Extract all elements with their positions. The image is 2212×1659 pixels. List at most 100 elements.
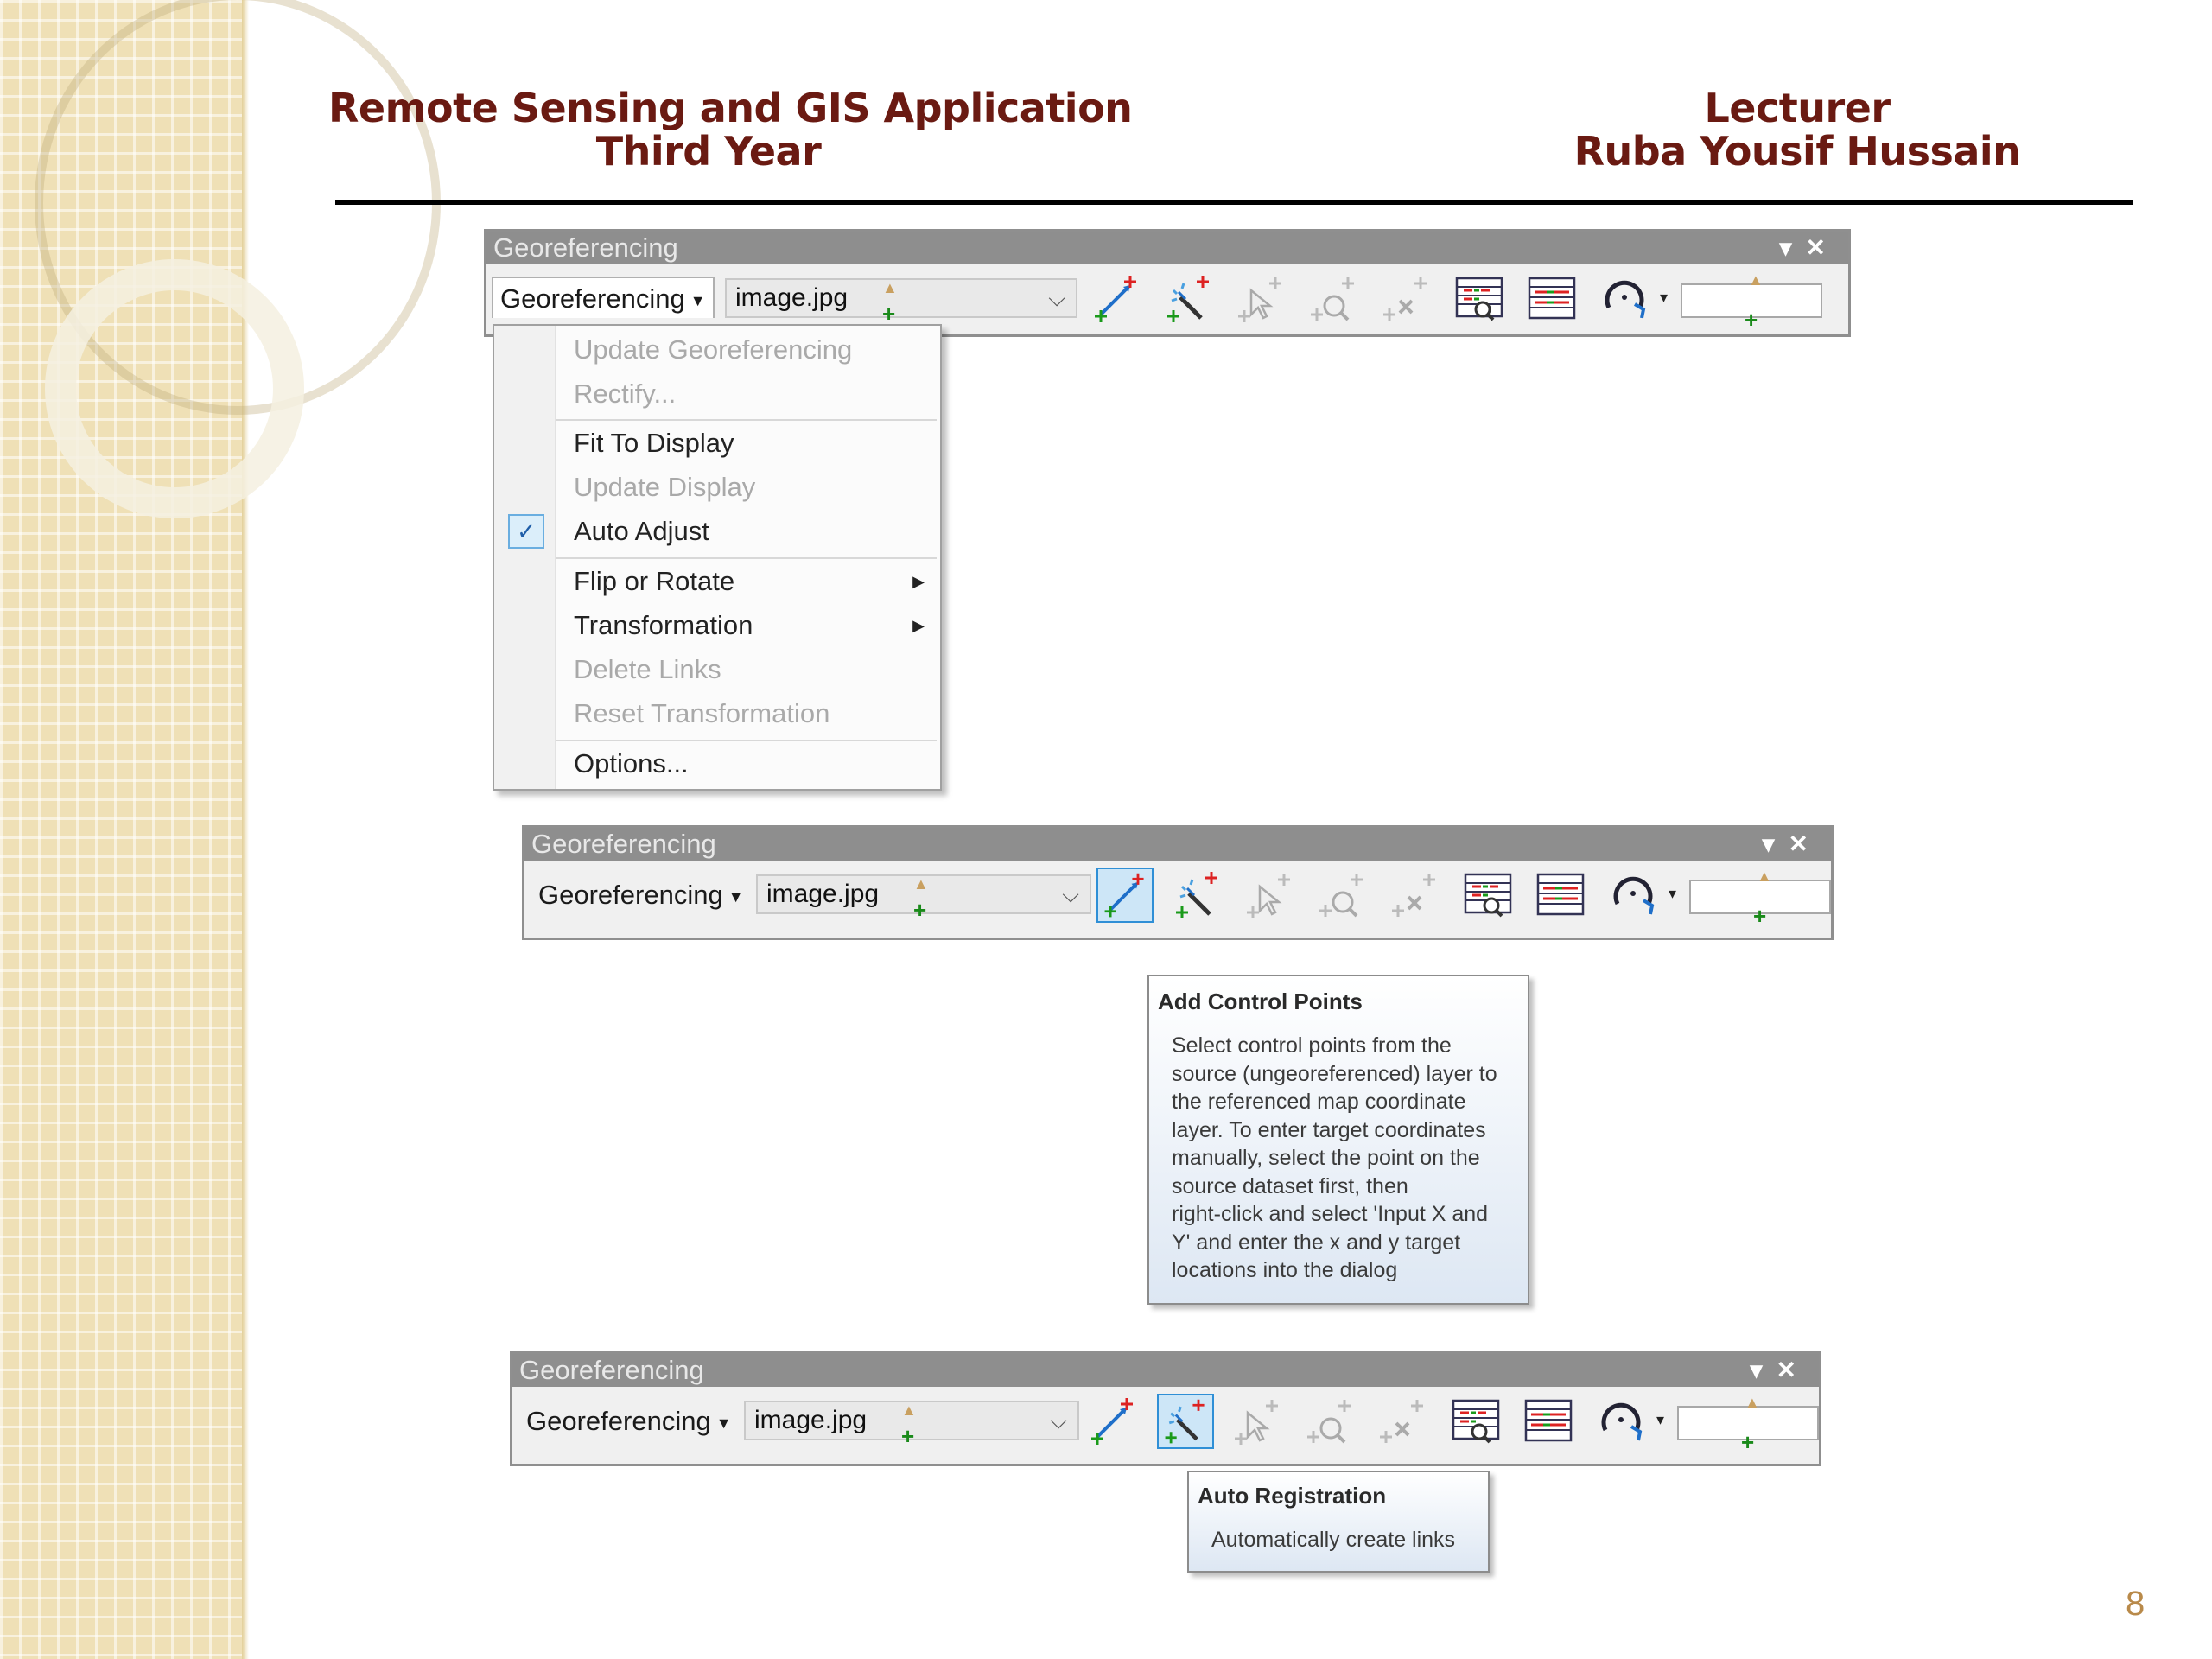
- menu-item-reset-transformation: Reset Transformation: [574, 698, 830, 728]
- select-link-tool[interactable]: [1230, 1394, 1287, 1449]
- tooltip-line: Select control points from the: [1172, 1033, 1452, 1058]
- zoom-to-link-tool[interactable]: [1314, 868, 1371, 923]
- toolbar-window-controls[interactable]: ▾✕: [1750, 1354, 1810, 1387]
- menu-item-auto-adjust[interactable]: Auto Adjust: [574, 512, 709, 550]
- delete-link-tool[interactable]: [1387, 868, 1444, 923]
- auto-registration-tool[interactable]: [1169, 868, 1226, 923]
- rotate-tool[interactable]: [1605, 868, 1662, 923]
- lecturer-name: Ruba Yousif Hussain: [1573, 128, 2021, 175]
- rotate-tool[interactable]: [1596, 271, 1653, 327]
- auto-registration-icon: [1167, 276, 1209, 322]
- rotation-angle-input[interactable]: ▲ +: [1677, 1394, 1819, 1455]
- view-link-table-icon: [1464, 873, 1512, 918]
- view-link-table-tool[interactable]: [1459, 868, 1516, 923]
- delete-link-tool[interactable]: [1378, 271, 1435, 327]
- marker-icon: ▲: [1745, 1394, 1760, 1411]
- rotate-tool[interactable]: [1592, 1394, 1649, 1449]
- georeferencing-toolbar: Georeferencing ▾✕ Georeferencing ▼ image.…: [522, 825, 1834, 940]
- georeferencing-menu-label: Georeferencing: [538, 880, 723, 910]
- decorative-ring: [45, 259, 304, 518]
- toolbar-title: Georeferencing: [493, 232, 678, 263]
- auto-registration-tool[interactable]: [1157, 1394, 1214, 1449]
- layer-value: image.jpg: [735, 283, 849, 312]
- view-link-table-alt-tool[interactable]: [1532, 868, 1589, 923]
- toolbar-window-controls[interactable]: ▾✕: [1779, 232, 1840, 264]
- submenu-arrow-icon: ▶: [912, 573, 925, 590]
- auto-registration-icon: [1165, 1399, 1205, 1444]
- zoom-to-link-tool[interactable]: [1306, 271, 1363, 327]
- add-control-points-tool[interactable]: [1088, 271, 1145, 327]
- menu-separator: [556, 740, 937, 741]
- menu-icon-gutter: [494, 326, 556, 789]
- tooltip-line: manually, select the point on the: [1172, 1146, 1480, 1170]
- rotate-icon: [1601, 1402, 1643, 1441]
- toolbar-title-bar[interactable]: Georeferencing ▾✕: [486, 232, 1848, 264]
- zoom-to-link-tool[interactable]: [1302, 1394, 1359, 1449]
- chevron-down-icon: ⌵: [1050, 1408, 1067, 1433]
- dropdown-arrow-icon: ▼: [728, 887, 744, 906]
- menu-item-transformation[interactable]: Transformation: [574, 607, 753, 645]
- toolbar-title-bar[interactable]: Georeferencing ▾✕: [512, 1354, 1819, 1387]
- toolbar-window-controls[interactable]: ▾✕: [1762, 828, 1822, 861]
- tooltip-line: source dataset first, then: [1172, 1173, 1408, 1198]
- view-link-table-tool[interactable]: [1447, 1394, 1504, 1449]
- rotate-dropdown-arrow-icon[interactable]: ▾: [1656, 1411, 1664, 1429]
- zoom-to-link-icon: [1311, 277, 1354, 321]
- select-link-icon: [1238, 277, 1281, 322]
- layer-value: image.jpg: [766, 880, 880, 908]
- dropdown-arrow-icon: ▼: [715, 1414, 732, 1432]
- add-control-points-tool[interactable]: [1084, 1394, 1141, 1449]
- delete-link-icon: [1380, 1400, 1423, 1443]
- menu-item-update-display: Update Display: [574, 472, 756, 502]
- georeferencing-dropdown-menu: Update Georeferencing Rectify... Fit To Di…: [493, 324, 942, 791]
- view-link-table-alt-tool[interactable]: [1523, 271, 1580, 327]
- menu-separator: [556, 419, 937, 421]
- auto-registration-icon: [1176, 872, 1217, 918]
- rotate-icon: [1613, 876, 1655, 915]
- dropdown-arrow-icon: ▼: [690, 291, 706, 309]
- tooltip-line: locations into the dialog: [1172, 1258, 1398, 1282]
- layer-combobox[interactable]: image.jpg ▲ + ⌵: [744, 1401, 1079, 1449]
- georeferencing-menu-button[interactable]: Georeferencing ▼: [530, 873, 753, 914]
- add-control-points-icon: [1104, 873, 1144, 918]
- select-link-tool[interactable]: [1242, 868, 1299, 923]
- menu-item-options[interactable]: Options...: [574, 745, 689, 783]
- menu-item-flip-or-rotate[interactable]: Flip or Rotate: [574, 563, 734, 601]
- course-title: Remote Sensing and GIS Application: [328, 85, 1133, 131]
- tooltip-title: Add Control Points: [1158, 988, 1363, 1014]
- georeferencing-toolbar: Georeferencing ▾✕ Georeferencing ▼ image.…: [484, 229, 1851, 337]
- marker-icon: ▲: [1748, 271, 1764, 289]
- menu-item-delete-links: Delete Links: [574, 654, 721, 684]
- layer-combobox[interactable]: image.jpg ▲ + ⌵: [725, 278, 1077, 327]
- combo-marker-icon: +: [901, 1423, 915, 1449]
- rotation-angle-input[interactable]: ▲ +: [1681, 271, 1822, 333]
- view-link-table-alt-icon: [1524, 1399, 1573, 1442]
- select-link-icon: [1235, 1400, 1278, 1445]
- georeferencing-menu-button[interactable]: Georeferencing ▼: [492, 276, 715, 318]
- menu-item-fit-to-display[interactable]: Fit To Display: [574, 424, 734, 462]
- header-divider: [335, 200, 2133, 205]
- chevron-down-icon: ⌵: [1048, 285, 1065, 311]
- marker-icon: +: [1753, 903, 1767, 929]
- rotate-dropdown-arrow-icon[interactable]: ▾: [1669, 885, 1676, 903]
- select-link-tool[interactable]: [1233, 271, 1290, 327]
- course-heading: Remote Sensing and GIS Application Third…: [328, 85, 1133, 175]
- add-control-points-icon: [1095, 276, 1136, 322]
- georeferencing-menu-button[interactable]: Georeferencing ▼: [518, 1399, 741, 1440]
- view-link-table-alt-tool[interactable]: [1520, 1394, 1577, 1449]
- course-year: Third Year: [595, 128, 822, 175]
- zoom-to-link-icon: [1307, 1400, 1351, 1444]
- auto-registration-tool[interactable]: [1160, 271, 1217, 327]
- rotation-angle-input[interactable]: ▲ +: [1689, 868, 1831, 929]
- layer-combobox[interactable]: image.jpg ▲ + ⌵: [756, 874, 1091, 923]
- delete-link-tool[interactable]: [1375, 1394, 1432, 1449]
- view-link-table-tool[interactable]: [1451, 271, 1508, 327]
- add-control-points-tool[interactable]: [1096, 868, 1154, 923]
- rotate-dropdown-arrow-icon[interactable]: ▾: [1660, 289, 1668, 307]
- view-link-table-icon: [1455, 276, 1503, 321]
- zoom-to-link-icon: [1319, 874, 1363, 918]
- lecturer-heading: Lecturer Ruba Yousif Hussain: [1573, 86, 2022, 173]
- tooltip-line: the referenced map coordinate: [1172, 1090, 1466, 1114]
- slide-page-number: 8: [2126, 1585, 2145, 1623]
- toolbar-title-bar[interactable]: Georeferencing ▾✕: [524, 828, 1831, 861]
